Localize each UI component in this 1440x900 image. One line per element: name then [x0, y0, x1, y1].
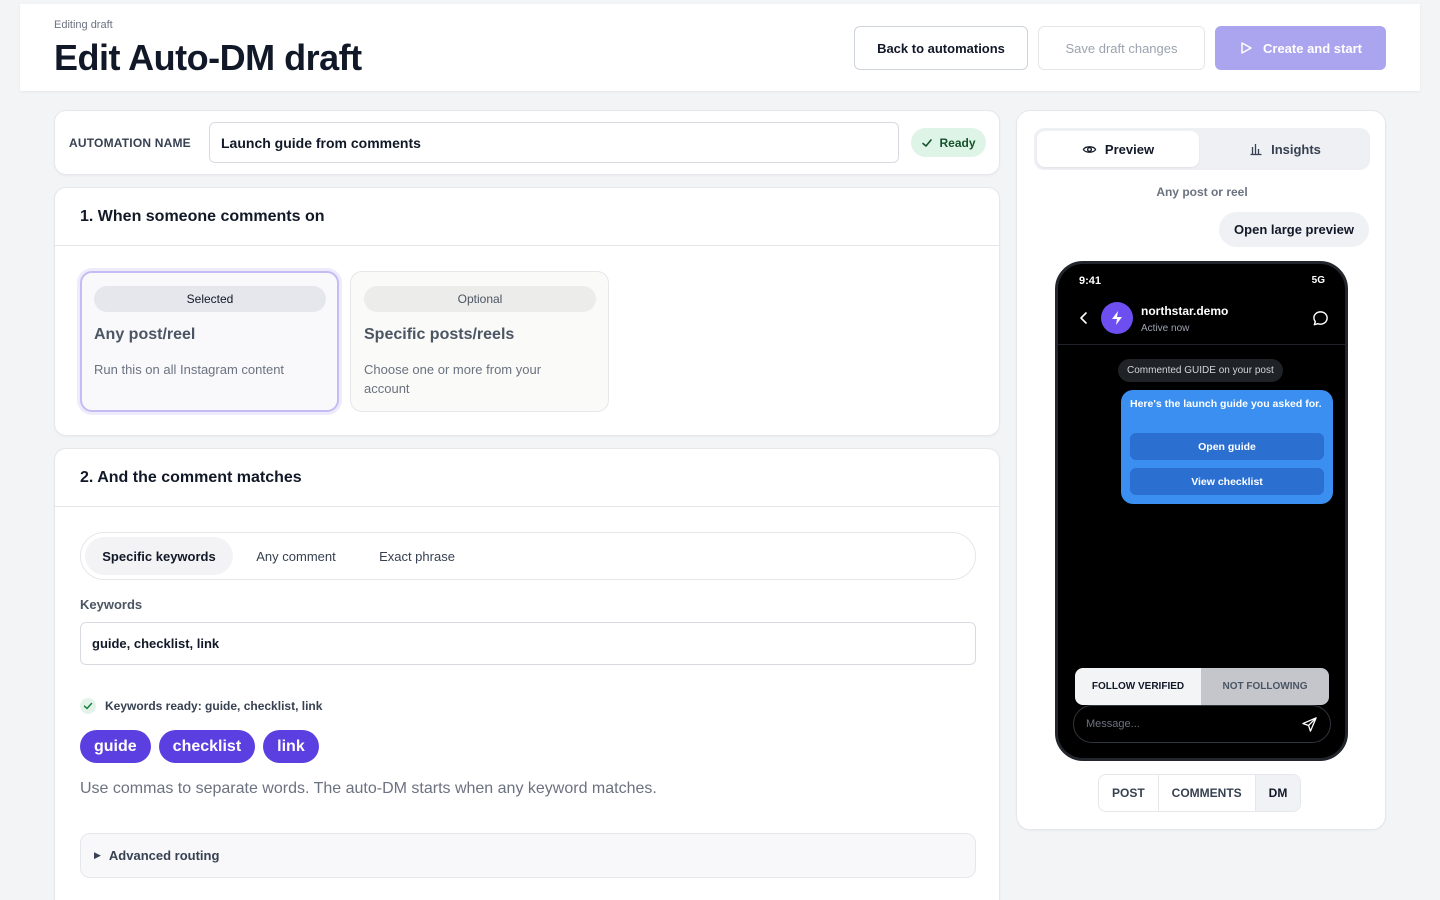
dm-message-text: Here's the launch guide you asked for.: [1130, 398, 1322, 410]
caret-right-icon: ▶: [94, 850, 101, 860]
match-mode-segmented-control: Specific keywords Any comment Exact phra…: [80, 532, 976, 580]
tab-insights-label: Insights: [1271, 141, 1321, 157]
bolt-icon: [1112, 311, 1122, 325]
automation-name-card: AUTOMATION NAME Ready: [54, 110, 1000, 175]
dm-username: northstar.demo: [1141, 304, 1229, 318]
chevron-left-icon[interactable]: [1078, 311, 1090, 330]
trigger-section: 1. When someone comments on Selected Any…: [54, 187, 1000, 436]
tab-insights[interactable]: Insights: [1203, 131, 1367, 167]
message-input[interactable]: Message...: [1073, 705, 1331, 743]
dm-active-status: Active now: [1141, 323, 1190, 334]
back-button-label: Back to automations: [877, 40, 1005, 56]
send-icon[interactable]: [1301, 716, 1318, 738]
tab-specific-keywords[interactable]: Specific keywords: [85, 537, 233, 575]
avatar: [1101, 302, 1133, 334]
open-guide-button[interactable]: Open guide: [1130, 433, 1324, 460]
option-status-pill: Optional: [364, 286, 596, 312]
bar-chart-icon: [1250, 144, 1262, 156]
tab-comments[interactable]: COMMENTS: [1159, 775, 1256, 811]
not-following-option[interactable]: NOT FOLLOWING: [1201, 668, 1329, 705]
tab-preview-label: Preview: [1104, 141, 1155, 157]
keyword-chip[interactable]: guide: [80, 730, 151, 763]
keywords-ready-text: Keywords ready: guide, checklist, link: [105, 699, 323, 713]
page-header: Editing draft Edit Auto-DM draft Back to…: [20, 4, 1420, 91]
keywords-helper-text: Use commas to separate words. The auto-D…: [80, 780, 657, 797]
keywords-ready-status: Keywords ready: guide, checklist, link: [80, 698, 322, 714]
tab-preview[interactable]: Preview: [1037, 131, 1199, 167]
divider: [1058, 344, 1345, 345]
advanced-routing-toggle[interactable]: ▶ Advanced routing: [80, 833, 976, 878]
follow-verified-option[interactable]: FOLLOW VERIFIED: [1075, 668, 1201, 705]
trigger-section-title: 1. When someone comments on: [80, 208, 325, 225]
tab-dm[interactable]: DM: [1255, 775, 1301, 811]
preview-view-tabs: POST COMMENTS DM: [1098, 774, 1302, 812]
keywords-input[interactable]: [80, 622, 976, 665]
keyword-chips: guide checklist link: [80, 730, 319, 763]
page-eyebrow: Editing draft: [54, 19, 113, 31]
back-to-automations-button[interactable]: Back to automations: [854, 26, 1028, 70]
option-title: Specific posts/reels: [364, 326, 515, 343]
create-and-start-button[interactable]: Create and start: [1215, 26, 1386, 70]
save-draft-button[interactable]: Save draft changes: [1038, 26, 1205, 70]
option-title: Any post/reel: [94, 326, 196, 343]
keywords-label: Keywords: [80, 597, 143, 612]
follow-state-toggle: FOLLOW VERIFIED NOT FOLLOWING: [1075, 668, 1329, 705]
view-checklist-button[interactable]: View checklist: [1130, 468, 1324, 495]
tab-any-comment[interactable]: Any comment: [241, 537, 351, 575]
status-badge-label: Ready: [939, 135, 976, 150]
preview-tabs: Preview Insights: [1034, 128, 1370, 170]
match-section: 2. And the comment matches Specific keyw…: [54, 448, 1000, 900]
save-button-label: Save draft changes: [1065, 40, 1178, 56]
keyword-chip[interactable]: link: [263, 730, 319, 763]
automation-name-input[interactable]: [209, 122, 899, 163]
match-section-header: 2. And the comment matches: [55, 449, 999, 507]
tab-post[interactable]: POST: [1099, 775, 1159, 811]
comment-event-label: Commented GUIDE on your post: [1118, 359, 1283, 382]
chat-bubble-icon[interactable]: [1312, 310, 1329, 332]
play-icon: [1241, 42, 1252, 54]
keyword-chip[interactable]: checklist: [158, 730, 256, 763]
advanced-routing-label: Advanced routing: [108, 848, 220, 863]
open-large-preview-label: Open large preview: [1234, 222, 1354, 237]
automation-name-label: AUTOMATION NAME: [69, 136, 191, 150]
eye-icon: [1082, 145, 1097, 153]
option-status-pill: Selected: [94, 286, 326, 312]
message-input-placeholder: Message...: [1086, 718, 1140, 730]
phone-time: 9:41: [1079, 275, 1102, 287]
option-any-post-reel[interactable]: Selected Any post/reel Run this on all I…: [80, 271, 339, 412]
phone-network: 5G: [1311, 275, 1325, 286]
trigger-section-header: 1. When someone comments on: [55, 188, 999, 246]
phone-mockup: 9:41 5G northstar.demo Active now Commen…: [1055, 261, 1348, 761]
match-section-title: 2. And the comment matches: [80, 469, 302, 486]
open-large-preview-button[interactable]: Open large preview: [1219, 212, 1369, 247]
check-icon: [80, 698, 96, 714]
preview-panel: Preview Insights Any post or reel Open l…: [1016, 110, 1386, 830]
check-icon: [922, 138, 933, 147]
create-button-label: Create and start: [1263, 40, 1362, 56]
status-badge: Ready: [911, 128, 986, 157]
option-description: Run this on all Instagram content: [94, 362, 285, 377]
option-specific-posts-reels[interactable]: Optional Specific posts/reels Choose one…: [350, 271, 609, 412]
page-title: Edit Auto-DM draft: [54, 37, 362, 78]
tab-exact-phrase[interactable]: Exact phrase: [359, 537, 475, 575]
preview-scope-text: Any post or reel: [1156, 185, 1248, 199]
dm-message-bubble: Here's the launch guide you asked for. O…: [1121, 390, 1333, 504]
option-description: Choose one or more from your account: [364, 362, 542, 396]
